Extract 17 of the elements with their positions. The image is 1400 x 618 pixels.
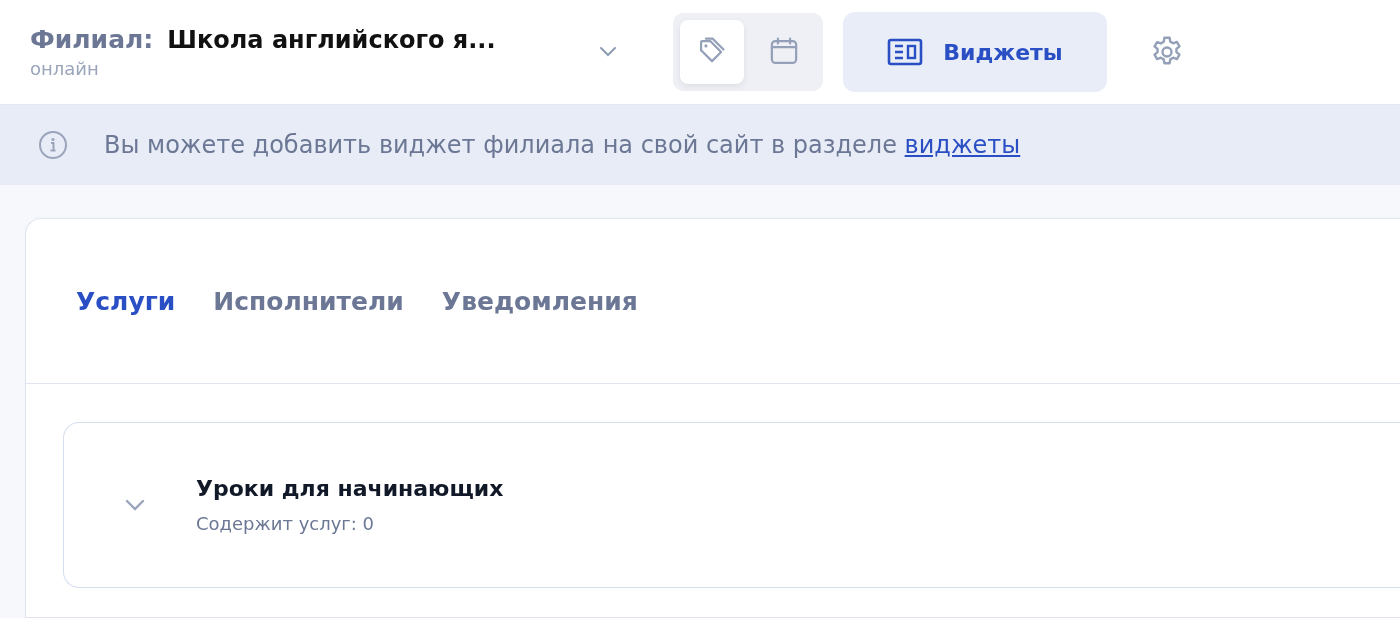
tab[interactable]: Исполнители (209, 286, 408, 316)
tag-view-button[interactable] (680, 20, 744, 84)
chevron-down-icon[interactable] (598, 46, 618, 58)
group-title: Уроки для начинающих (196, 476, 504, 501)
group-count: Содержит услуг: 0 (196, 513, 376, 534)
widgets-link[interactable]: виджеты (904, 131, 1021, 159)
widget-icon (887, 38, 924, 66)
chevron-down-icon (124, 498, 146, 512)
expand-toggle[interactable] (124, 498, 146, 512)
branch-name: Школа английского я... (167, 26, 496, 54)
info-message: Вы можете добавить виджет филиала на свой сайт в разделе виджеты (104, 131, 1021, 159)
tab[interactable]: Услуги (72, 286, 180, 316)
branch-status: онлайн (30, 58, 100, 79)
info-icon (38, 130, 68, 160)
branch-label: Филиал: (30, 25, 154, 54)
tab[interactable]: Уведомления (437, 286, 642, 316)
widgets-button[interactable]: Виджеты (843, 12, 1107, 92)
